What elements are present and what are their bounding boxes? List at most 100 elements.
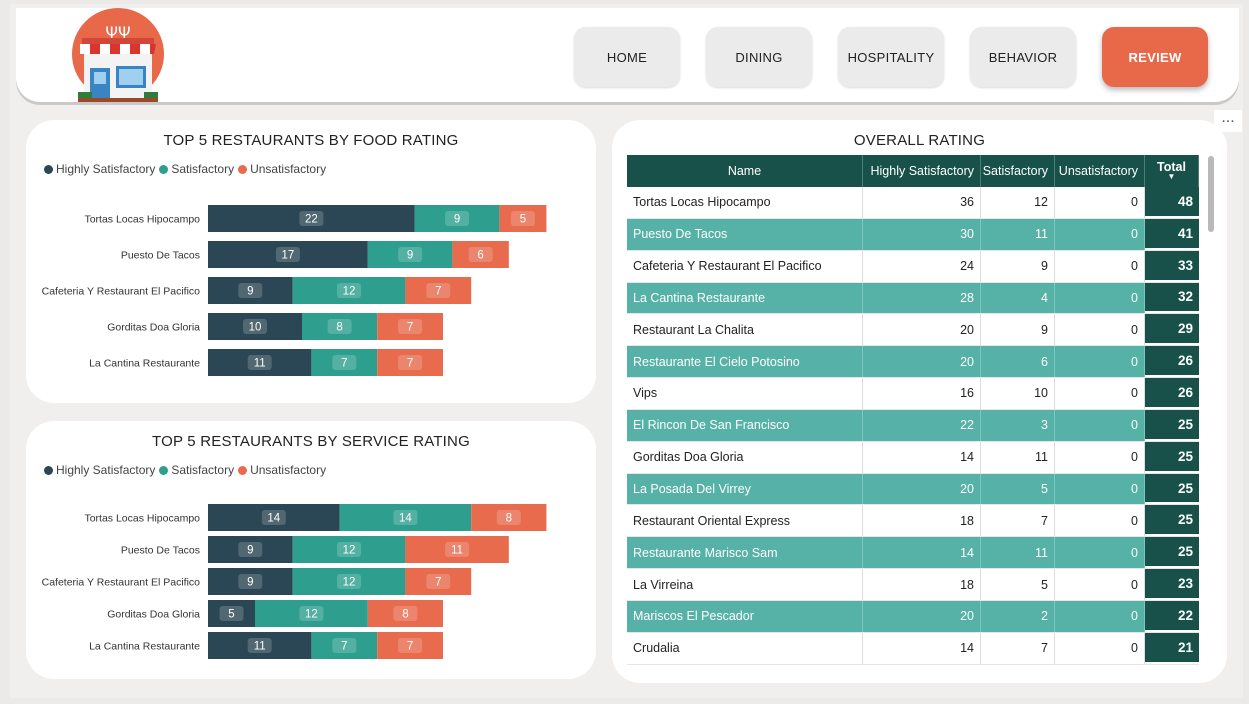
data-label: 14 bbox=[399, 513, 412, 525]
cell-total: 25 bbox=[1145, 537, 1199, 569]
col-header-highly[interactable]: Highly Satisfactory bbox=[863, 155, 981, 187]
cell-total: 26 bbox=[1145, 378, 1199, 409]
data-label: 12 bbox=[343, 545, 356, 557]
cell-name: Mariscos El Pescador bbox=[627, 600, 863, 632]
category-label: La Cantina Restaurante bbox=[89, 641, 200, 653]
category-label: La Cantina Restaurante bbox=[89, 358, 200, 370]
legend-dot-highly bbox=[44, 164, 53, 174]
cell-satisfactory: 9 bbox=[981, 314, 1055, 346]
service-chart-legend: Highly Satisfactory Satisfactory Unsatis… bbox=[42, 463, 328, 477]
cell-unsatisfactory: 0 bbox=[1055, 473, 1145, 505]
category-label: Tortas Locas Hipocampo bbox=[84, 214, 200, 226]
table-row[interactable]: La Cantina Restaurante 28 4 0 32 bbox=[627, 282, 1199, 315]
table-row[interactable]: Restaurante Marisco Sam 14 11 0 25 bbox=[627, 537, 1199, 570]
table-row[interactable]: Puesto De Tacos 30 11 0 41 bbox=[627, 218, 1199, 251]
data-label: 7 bbox=[435, 286, 441, 298]
cell-highly: 22 bbox=[863, 409, 981, 441]
cell-unsatisfactory: 0 bbox=[1055, 346, 1145, 378]
nav-home-button[interactable]: HOME bbox=[574, 27, 680, 87]
cell-satisfactory: 9 bbox=[981, 250, 1055, 282]
nav-dining-button[interactable]: DINING bbox=[706, 27, 812, 87]
cell-unsatisfactory: 0 bbox=[1055, 569, 1145, 600]
data-label: 9 bbox=[454, 214, 460, 226]
data-label: 7 bbox=[435, 577, 441, 589]
cell-satisfactory: 11 bbox=[981, 441, 1055, 473]
legend-label-highly: Highly Satisfactory bbox=[56, 463, 156, 477]
cell-unsatisfactory: 0 bbox=[1055, 187, 1145, 218]
data-label: 7 bbox=[341, 358, 347, 370]
legend-label-unsatisfactory: Unsatisfactory bbox=[250, 162, 327, 176]
table-row[interactable]: Vips 16 10 0 26 bbox=[627, 378, 1199, 410]
food-chart-legend: Highly Satisfactory Satisfactory Unsatis… bbox=[42, 162, 328, 176]
col-header-name[interactable]: Name bbox=[627, 155, 863, 187]
table-row[interactable]: El Rincon De San Francisco 22 3 0 25 bbox=[627, 409, 1199, 442]
cell-unsatisfactory: 0 bbox=[1055, 505, 1145, 537]
cell-satisfactory: 5 bbox=[981, 473, 1055, 505]
cell-satisfactory: 5 bbox=[981, 569, 1055, 600]
cell-name: Restaurante El Cielo Potosino bbox=[627, 346, 863, 378]
cell-unsatisfactory: 0 bbox=[1055, 218, 1145, 250]
data-label: 11 bbox=[451, 545, 463, 557]
cell-name: Restaurant La Chalita bbox=[627, 314, 863, 346]
table-scrollbar[interactable] bbox=[1208, 156, 1214, 232]
cell-name: Tortas Locas Hipocampo bbox=[627, 187, 863, 218]
cell-highly: 16 bbox=[863, 378, 981, 409]
cell-satisfactory: 11 bbox=[981, 537, 1055, 569]
overall-table-title: OVERALL RATING bbox=[853, 132, 986, 149]
cell-name: El Rincon De San Francisco bbox=[627, 409, 863, 441]
table-row[interactable]: La Virreina 18 5 0 23 bbox=[627, 569, 1199, 601]
data-label: 8 bbox=[336, 322, 342, 334]
nav-hospitality-button[interactable]: HOSPITALITY bbox=[838, 27, 944, 87]
data-label: 9 bbox=[247, 545, 253, 557]
cell-unsatisfactory: 0 bbox=[1055, 600, 1145, 632]
cell-total: 25 bbox=[1145, 473, 1199, 505]
col-header-total[interactable]: Total ▼ bbox=[1145, 155, 1199, 187]
service-rating-chart: Tortas Locas Hipocampo 14 14 8 Puesto De Tac… bbox=[42, 504, 547, 659]
legend-dot-satisfactory bbox=[159, 164, 169, 174]
nav-behavior-button[interactable]: BEHAVIOR bbox=[970, 27, 1076, 87]
cell-highly: 14 bbox=[863, 441, 981, 473]
table-row[interactable]: Crudalia 14 7 0 21 bbox=[627, 632, 1199, 665]
cell-highly: 36 bbox=[863, 187, 981, 218]
data-label: 8 bbox=[506, 513, 512, 525]
cell-highly: 14 bbox=[863, 537, 981, 569]
table-row[interactable]: Restaurant La Chalita 20 9 0 29 bbox=[627, 314, 1199, 347]
cell-unsatisfactory: 0 bbox=[1055, 282, 1145, 314]
category-label: Puesto De Tacos bbox=[121, 545, 200, 557]
category-label: Cafeteria Y Restaurant El Pacifico bbox=[42, 577, 201, 589]
category-label: Cafeteria Y Restaurant El Pacifico bbox=[42, 286, 201, 298]
table-row[interactable]: Mariscos El Pescador 20 2 0 22 bbox=[627, 600, 1199, 633]
data-label: 7 bbox=[407, 322, 413, 334]
data-label: 9 bbox=[247, 286, 253, 298]
table-row[interactable]: La Posada Del Virrey 20 5 0 25 bbox=[627, 473, 1199, 506]
cell-satisfactory: 6 bbox=[981, 346, 1055, 378]
table-row[interactable]: Gorditas Doa Gloria 14 11 0 25 bbox=[627, 441, 1199, 474]
legend-dot-highly bbox=[44, 465, 53, 475]
cell-unsatisfactory: 0 bbox=[1055, 314, 1145, 346]
cell-highly: 18 bbox=[863, 505, 981, 537]
cell-satisfactory: 10 bbox=[981, 378, 1055, 409]
cell-highly: 28 bbox=[863, 282, 981, 314]
cell-name: La Cantina Restaurante bbox=[627, 282, 863, 314]
cell-highly: 14 bbox=[863, 632, 981, 664]
nav-review-button[interactable]: REVIEW bbox=[1102, 27, 1208, 87]
category-label: Gorditas Doa Gloria bbox=[107, 322, 200, 334]
table-row[interactable]: Tortas Locas Hipocampo 36 12 0 48 bbox=[627, 187, 1199, 219]
cell-total: 41 bbox=[1145, 218, 1199, 250]
cell-highly: 20 bbox=[863, 600, 981, 632]
category-label: Gorditas Doa Gloria bbox=[107, 609, 200, 621]
table-row[interactable]: Restaurant Oriental Express 18 7 0 25 bbox=[627, 505, 1199, 538]
cell-highly: 18 bbox=[863, 569, 981, 600]
table-row[interactable]: Restaurante El Cielo Potosino 20 6 0 26 bbox=[627, 346, 1199, 379]
col-header-satisfactory[interactable]: Satisfactory bbox=[981, 155, 1055, 187]
legend-dot-unsatisfactory bbox=[238, 164, 248, 174]
legend-dot-unsatisfactory bbox=[238, 465, 248, 475]
table-row[interactable]: Cafeteria Y Restaurant El Pacifico 24 9 0 33 bbox=[627, 250, 1199, 283]
cell-satisfactory: 11 bbox=[981, 218, 1055, 250]
data-label: 7 bbox=[341, 641, 347, 653]
restaurant-logo-icon: ΨΨ bbox=[72, 8, 164, 102]
data-label: 22 bbox=[305, 214, 318, 226]
cell-name: Crudalia bbox=[627, 632, 863, 664]
col-header-unsatisfactory[interactable]: Unsatisfactory bbox=[1055, 155, 1145, 187]
food-rating-chart: Tortas Locas Hipocampo 22 9 5 Puesto De Taco… bbox=[42, 205, 547, 376]
